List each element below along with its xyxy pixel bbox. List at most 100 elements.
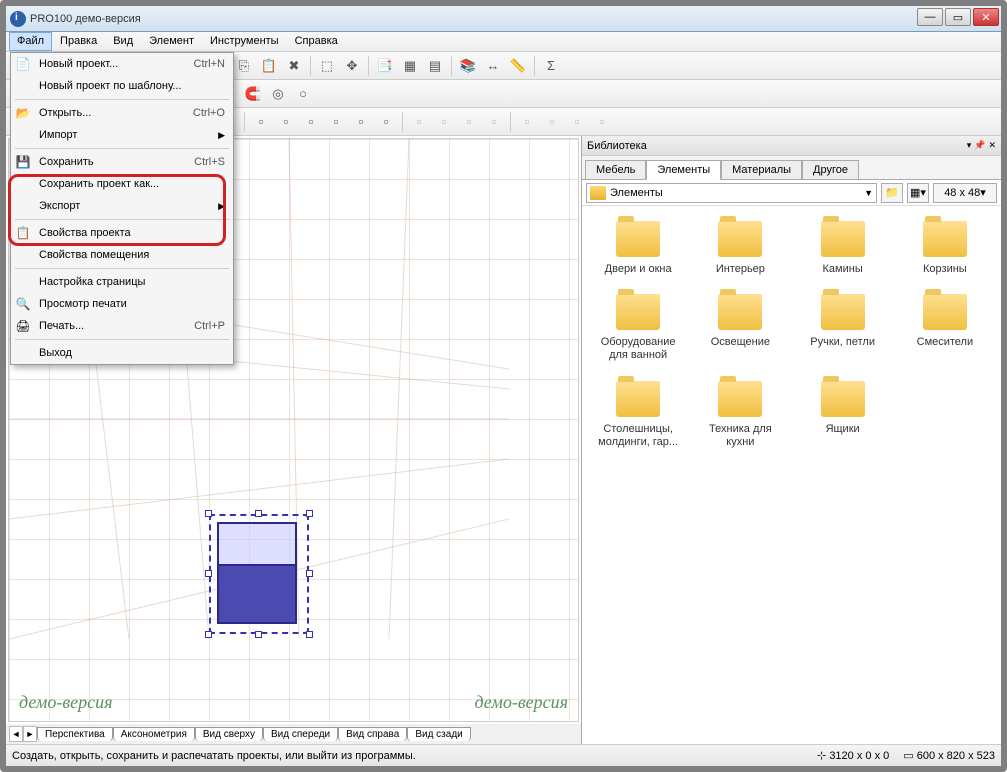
menuitem[interactable]: Выход xyxy=(11,342,233,364)
menu-help[interactable]: Справка xyxy=(287,32,346,51)
dim-icon[interactable]: ↔ xyxy=(482,55,504,77)
folder-icon xyxy=(923,221,967,257)
menuitem[interactable]: Настройка страницы xyxy=(11,271,233,293)
tab-prev-icon[interactable]: ◄ xyxy=(9,726,23,742)
select-icon[interactable]: ⬚ xyxy=(316,55,338,77)
ring-icon[interactable]: ○ xyxy=(292,83,314,105)
dist4-icon[interactable]: ▫ xyxy=(483,111,505,133)
folder-icon xyxy=(923,294,967,330)
status-size: ▭ 600 x 820 x 523 xyxy=(903,749,995,762)
library-folder[interactable]: Корзины xyxy=(894,221,996,276)
folder-label: Смесители xyxy=(917,336,974,349)
viewtab-front[interactable]: Вид спереди xyxy=(263,727,338,741)
viewtab-perspective[interactable]: Перспектива xyxy=(37,727,113,741)
library-folder[interactable]: Интерьер xyxy=(689,221,791,276)
view-mode-icon[interactable]: ▦▾ xyxy=(907,183,929,203)
library-path-text: Элементы xyxy=(610,187,663,199)
library-folder[interactable]: Освещение xyxy=(689,294,791,362)
ext4-icon[interactable]: ▫ xyxy=(591,111,613,133)
library-title: Библиотека xyxy=(587,140,647,152)
window-title: PRO100 демо-версия xyxy=(30,13,141,25)
menu-element[interactable]: Элемент xyxy=(141,32,202,51)
libtab-furniture[interactable]: Мебель xyxy=(585,160,646,180)
menu-edit[interactable]: Правка xyxy=(52,32,105,51)
delete-icon[interactable]: ✖ xyxy=(283,55,305,77)
menu-file[interactable]: Файл xyxy=(9,32,52,51)
library-folder[interactable]: Оборудование для ванной xyxy=(587,294,689,362)
dist2-icon[interactable]: ▫ xyxy=(433,111,455,133)
viewtab-top[interactable]: Вид сверху xyxy=(195,727,263,741)
library-folder[interactable]: Ящики xyxy=(792,381,894,449)
thumbsize-combo[interactable]: 48 x 48 ▾ xyxy=(933,183,997,203)
align3-icon[interactable]: ▫ xyxy=(300,111,322,133)
library-icon[interactable]: 📚 xyxy=(457,55,479,77)
menuitem[interactable]: Новый проект по шаблону... xyxy=(11,75,233,97)
menuitem[interactable]: 📄Новый проект...Ctrl+N xyxy=(11,53,233,75)
align2-icon[interactable]: ▫ xyxy=(275,111,297,133)
libtab-materials[interactable]: Материалы xyxy=(721,160,802,180)
panel-close-icon[interactable]: ✕ xyxy=(988,140,996,151)
maximize-button[interactable]: ▭ xyxy=(945,8,971,26)
library-folder[interactable]: Камины xyxy=(792,221,894,276)
library-folder[interactable]: Ручки, петли xyxy=(792,294,894,362)
viewtab-back[interactable]: Вид сзади xyxy=(407,727,470,741)
status-coords: ⊹ 3120 x 0 x 0 xyxy=(817,749,889,762)
close-button[interactable]: ✕ xyxy=(973,8,999,26)
ext1-icon[interactable]: ▫ xyxy=(516,111,538,133)
folder-label: Корзины xyxy=(923,263,967,276)
minimize-button[interactable]: — xyxy=(917,8,943,26)
status-hint: Создать, открыть, сохранить и распечатат… xyxy=(12,750,416,762)
align4-icon[interactable]: ▫ xyxy=(325,111,347,133)
up-folder-icon[interactable]: 📁 xyxy=(881,183,903,203)
menuitem[interactable]: Экспорт▶ xyxy=(11,195,233,217)
selected-model[interactable] xyxy=(209,514,309,634)
library-folder[interactable]: Столешницы, молдинги, гар... xyxy=(587,381,689,449)
menuitem[interactable]: 🖨Печать...Ctrl+P xyxy=(11,315,233,337)
statusbar: Создать, открыть, сохранить и распечатат… xyxy=(6,744,1001,766)
folder-icon xyxy=(718,221,762,257)
menuitem[interactable]: 📋Свойства проекта xyxy=(11,222,233,244)
copy-icon[interactable]: ⎘ xyxy=(233,55,255,77)
folder-label: Камины xyxy=(823,263,863,276)
ruler-icon[interactable]: 📏 xyxy=(507,55,529,77)
align6-icon[interactable]: ▫ xyxy=(375,111,397,133)
grid2-icon[interactable]: ▤ xyxy=(424,55,446,77)
library-folder[interactable]: Двери и окна xyxy=(587,221,689,276)
panel-menu-icon[interactable]: ▾ xyxy=(967,140,972,151)
dist1-icon[interactable]: ▫ xyxy=(408,111,430,133)
tab-next-icon[interactable]: ► xyxy=(23,726,37,742)
library-tabs: Мебель Элементы Материалы Другое xyxy=(582,156,1001,180)
library-folder[interactable]: Смесители xyxy=(894,294,996,362)
move-icon[interactable]: ✥ xyxy=(341,55,363,77)
folder-label: Столешницы, молдинги, гар... xyxy=(592,423,684,449)
menuitem[interactable]: 💾СохранитьCtrl+S xyxy=(11,151,233,173)
target-icon[interactable]: ◎ xyxy=(267,83,289,105)
libtab-other[interactable]: Другое xyxy=(802,160,859,180)
menuitem[interactable]: Сохранить проект как... xyxy=(11,173,233,195)
paste-icon[interactable]: 📋 xyxy=(258,55,280,77)
viewtab-axonometry[interactable]: Аксонометрия xyxy=(113,727,195,741)
folder-icon xyxy=(616,294,660,330)
grid1-icon[interactable]: ▦ xyxy=(399,55,421,77)
watermark-right: демо-версия xyxy=(474,692,568,713)
library-path-combo[interactable]: Элементы ▼ xyxy=(586,183,877,203)
viewtab-right[interactable]: Вид справа xyxy=(338,727,407,741)
library-folder[interactable]: Техника для кухни xyxy=(689,381,791,449)
ext2-icon[interactable]: ▫ xyxy=(541,111,563,133)
align5-icon[interactable]: ▫ xyxy=(350,111,372,133)
props-icon[interactable]: 📑 xyxy=(374,55,396,77)
libtab-elements[interactable]: Элементы xyxy=(646,160,721,180)
folder-label: Двери и окна xyxy=(605,263,672,276)
sum-icon[interactable]: Σ xyxy=(540,55,562,77)
ext3-icon[interactable]: ▫ xyxy=(566,111,588,133)
align1-icon[interactable]: ▫ xyxy=(250,111,272,133)
dist3-icon[interactable]: ▫ xyxy=(458,111,480,133)
menuitem[interactable]: Импорт▶ xyxy=(11,124,233,146)
panel-pin-icon[interactable]: 📌 xyxy=(974,140,985,151)
menuitem[interactable]: Свойства помещения xyxy=(11,244,233,266)
menuitem[interactable]: 🔍Просмотр печати xyxy=(11,293,233,315)
menu-view[interactable]: Вид xyxy=(105,32,141,51)
magnet-icon[interactable]: 🧲 xyxy=(242,83,264,105)
menu-tools[interactable]: Инструменты xyxy=(202,32,287,51)
menuitem[interactable]: 📂Открыть...Ctrl+O xyxy=(11,102,233,124)
